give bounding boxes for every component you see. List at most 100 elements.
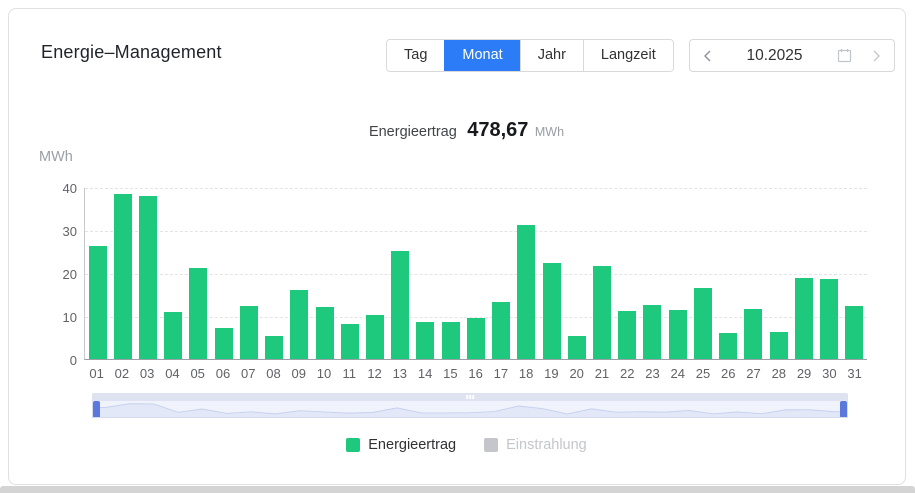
x-tick-label: 18 [514, 366, 539, 381]
date-picker[interactable]: 10.2025 [689, 39, 895, 72]
bar-day-13[interactable] [391, 251, 409, 359]
x-tick-label: 10 [311, 366, 336, 381]
x-axis-labels: 0102030405060708091011121314151617181920… [84, 366, 867, 381]
datazoom-left-handle[interactable] [93, 401, 100, 418]
bar-day-01[interactable] [89, 246, 107, 359]
bar-slot [438, 188, 463, 359]
bar-slot [842, 188, 867, 359]
bar-day-09[interactable] [290, 290, 308, 359]
tab-monat[interactable]: Monat [444, 40, 519, 71]
bar-day-21[interactable] [593, 266, 611, 359]
x-tick-label: 29 [791, 366, 816, 381]
prev-period-button[interactable] [702, 49, 714, 63]
x-tick-label: 23 [640, 366, 665, 381]
bar-slot [85, 188, 110, 359]
bar-slot [791, 188, 816, 359]
x-tick-label: 07 [236, 366, 261, 381]
bar-slot [135, 188, 160, 359]
bar-slot [463, 188, 488, 359]
bar-slot [589, 188, 614, 359]
x-tick-label: 19 [539, 366, 564, 381]
x-tick-label: 06 [210, 366, 235, 381]
bar-slot [489, 188, 514, 359]
summary-label: Energieertrag [369, 124, 457, 140]
bar-day-03[interactable] [139, 196, 157, 359]
tab-langzeit[interactable]: Langzeit [583, 40, 673, 71]
bottom-strip [0, 486, 915, 493]
bar-day-08[interactable] [265, 336, 283, 359]
bar-day-22[interactable] [618, 311, 636, 359]
bar-day-18[interactable] [517, 225, 535, 359]
x-tick-label: 30 [817, 366, 842, 381]
y-tick-label: 0 [47, 353, 77, 368]
bar-chart-plot [84, 188, 867, 360]
bar-slot [186, 188, 211, 359]
x-tick-label: 03 [135, 366, 160, 381]
bar-day-24[interactable] [669, 310, 687, 359]
bar-slot [211, 188, 236, 359]
bar-day-07[interactable] [240, 306, 258, 359]
bar-slot [110, 188, 135, 359]
bar-slot [362, 188, 387, 359]
bar-slot [236, 188, 261, 359]
datazoom-track[interactable] [92, 401, 848, 418]
legend-swatch-green [346, 438, 360, 452]
bar-day-23[interactable] [643, 305, 661, 359]
legend-swatch-gray [484, 438, 498, 452]
bar-day-04[interactable] [164, 312, 182, 359]
bar-day-19[interactable] [543, 263, 561, 359]
datazoom-move-handle[interactable] [92, 393, 848, 401]
x-tick-label: 26 [716, 366, 741, 381]
bar-day-28[interactable] [770, 332, 788, 359]
calendar-icon[interactable] [837, 48, 852, 63]
bar-slot [312, 188, 337, 359]
x-tick-label: 28 [766, 366, 791, 381]
bar-slot [715, 188, 740, 359]
bar-day-31[interactable] [845, 306, 863, 359]
bar-day-06[interactable] [215, 328, 233, 359]
x-tick-label: 01 [84, 366, 109, 381]
bar-day-14[interactable] [416, 322, 434, 359]
x-tick-label: 11 [337, 366, 362, 381]
tab-tag[interactable]: Tag [387, 40, 444, 71]
tab-jahr[interactable]: Jahr [520, 40, 583, 71]
legend-item-einstrahlung[interactable]: Einstrahlung [484, 437, 587, 453]
bar-slot [337, 188, 362, 359]
bar-day-30[interactable] [820, 279, 838, 359]
x-tick-label: 02 [109, 366, 134, 381]
datazoom-slider[interactable] [92, 393, 848, 418]
bar-day-27[interactable] [744, 309, 762, 359]
bar-day-20[interactable] [568, 336, 586, 359]
bar-day-29[interactable] [795, 278, 813, 359]
bar-day-11[interactable] [341, 324, 359, 359]
bar-slot [287, 188, 312, 359]
bar-day-15[interactable] [442, 322, 460, 359]
bar-day-12[interactable] [366, 315, 384, 359]
energy-management-card: Energie–Management Tag Monat Jahr Langze… [8, 8, 906, 485]
y-tick-label: 10 [47, 310, 77, 325]
x-tick-label: 31 [842, 366, 867, 381]
bar-day-05[interactable] [189, 268, 207, 359]
x-tick-label: 04 [160, 366, 185, 381]
datazoom-right-handle[interactable] [840, 401, 847, 418]
legend-item-energieertrag[interactable]: Energieertrag [346, 437, 456, 453]
bar-day-17[interactable] [492, 302, 510, 359]
bar-slot [816, 188, 841, 359]
summary-unit: MWh [535, 125, 564, 139]
date-value[interactable]: 10.2025 [714, 47, 835, 65]
bar-day-26[interactable] [719, 333, 737, 359]
chevron-right-icon [870, 49, 882, 63]
next-period-button[interactable] [870, 49, 882, 63]
x-tick-label: 14 [412, 366, 437, 381]
bar-day-02[interactable] [114, 194, 132, 359]
bar-day-10[interactable] [316, 307, 334, 359]
x-tick-label: 22 [615, 366, 640, 381]
x-tick-label: 05 [185, 366, 210, 381]
x-tick-label: 12 [362, 366, 387, 381]
bar-day-16[interactable] [467, 318, 485, 359]
bar-day-25[interactable] [694, 288, 712, 359]
x-tick-label: 16 [463, 366, 488, 381]
chart-summary: Energieertrag 478,67 MWh [9, 119, 915, 142]
summary-value: 478,67 [467, 119, 528, 141]
bars [85, 188, 867, 359]
